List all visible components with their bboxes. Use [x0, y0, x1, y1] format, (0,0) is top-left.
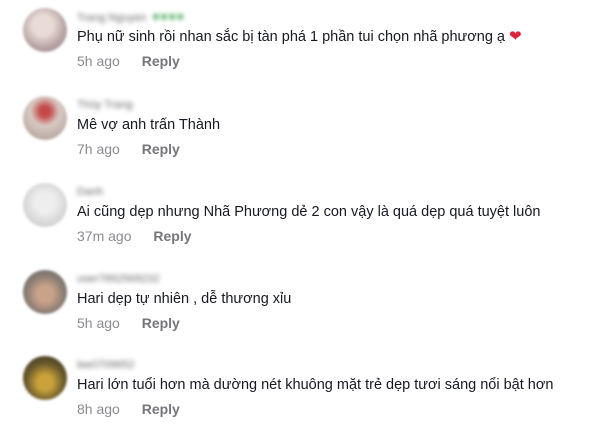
comment-username[interactable]: user7892569232	[77, 272, 160, 286]
heart-badge-icon: ♥♥♥♥	[152, 10, 185, 24]
comment-username[interactable]: Danh	[77, 185, 103, 199]
username-text: Thùy Trang	[77, 99, 133, 111]
comment-meta: 5h ago Reply	[77, 314, 180, 332]
comment-username[interactable]: lee0709652	[77, 358, 135, 372]
comment-item: Trang Nguyen ♥♥♥♥ Phụ nữ sinh rồi nhan sắ…	[0, 8, 604, 88]
comment-timestamp: 5h ago	[77, 315, 120, 331]
red-heart-icon: ❤	[508, 28, 522, 45]
comment-meta: 8h ago Reply	[77, 400, 180, 418]
comment-body: Phụ nữ sinh rồi nhan sắc bị tàn phá 1 ph…	[77, 29, 505, 45]
comment-username[interactable]: Thùy Trang	[77, 98, 133, 112]
comment-body: Hari lớn tuổi hơn mà dường nét khuông mặ…	[77, 377, 554, 393]
reply-button[interactable]: Reply	[142, 53, 180, 69]
comment-text: Hari dẹp tự nhiên , dễ thương xỉu	[77, 290, 291, 308]
comment-meta: 7h ago Reply	[77, 140, 180, 158]
avatar[interactable]	[23, 8, 67, 52]
username-text: Danh	[77, 186, 104, 198]
avatar[interactable]	[23, 183, 67, 227]
comment-item: user7892569232 Hari dẹp tự nhiên , dễ th…	[0, 270, 604, 350]
reply-button[interactable]: Reply	[142, 315, 180, 331]
comment-item: Danh Ai cũng dẹp nhưng Nhã Phương dẻ 2 c…	[0, 183, 604, 263]
comment-timestamp: 37m ago	[77, 228, 132, 244]
comment-meta: 37m ago Reply	[77, 227, 192, 245]
comment-meta: 5h ago Reply	[77, 52, 180, 70]
avatar[interactable]	[23, 356, 67, 400]
comment-text: Mê vợ anh trấn Thành	[77, 116, 220, 134]
reply-button[interactable]: Reply	[142, 141, 180, 157]
username-text: lee0709652	[77, 359, 135, 371]
comment-body: Hari dẹp tự nhiên , dễ thương xỉu	[77, 291, 292, 307]
comment-timestamp: 7h ago	[77, 141, 120, 157]
avatar[interactable]	[23, 96, 67, 140]
comment-item: lee0709652 Hari lớn tuổi hơn mà dường né…	[0, 356, 604, 436]
comment-timestamp: 5h ago	[77, 53, 120, 69]
reply-button[interactable]: Reply	[153, 228, 191, 244]
comment-username[interactable]: Trang Nguyen ♥♥♥♥	[77, 10, 185, 24]
avatar[interactable]	[23, 270, 67, 314]
comment-text: Ai cũng dẹp nhưng Nhã Phương dẻ 2 con vậ…	[77, 203, 540, 221]
comment-body: Mê vợ anh trấn Thành	[77, 117, 221, 133]
comment-text: Hari lớn tuổi hơn mà dường nét khuông mặ…	[77, 376, 553, 394]
username-text: user7892569232	[77, 273, 160, 285]
comment-timestamp: 8h ago	[77, 401, 120, 417]
comment-body: Ai cũng dẹp nhưng Nhã Phương dẻ 2 con vậ…	[77, 204, 541, 220]
comment-text: Phụ nữ sinh rồi nhan sắc bị tàn phá 1 ph…	[77, 28, 522, 46]
reply-button[interactable]: Reply	[142, 401, 180, 417]
comment-item: Thùy Trang Mê vợ anh trấn Thành 7h ago R…	[0, 96, 604, 176]
username-text: Trang Nguyen	[77, 12, 147, 24]
